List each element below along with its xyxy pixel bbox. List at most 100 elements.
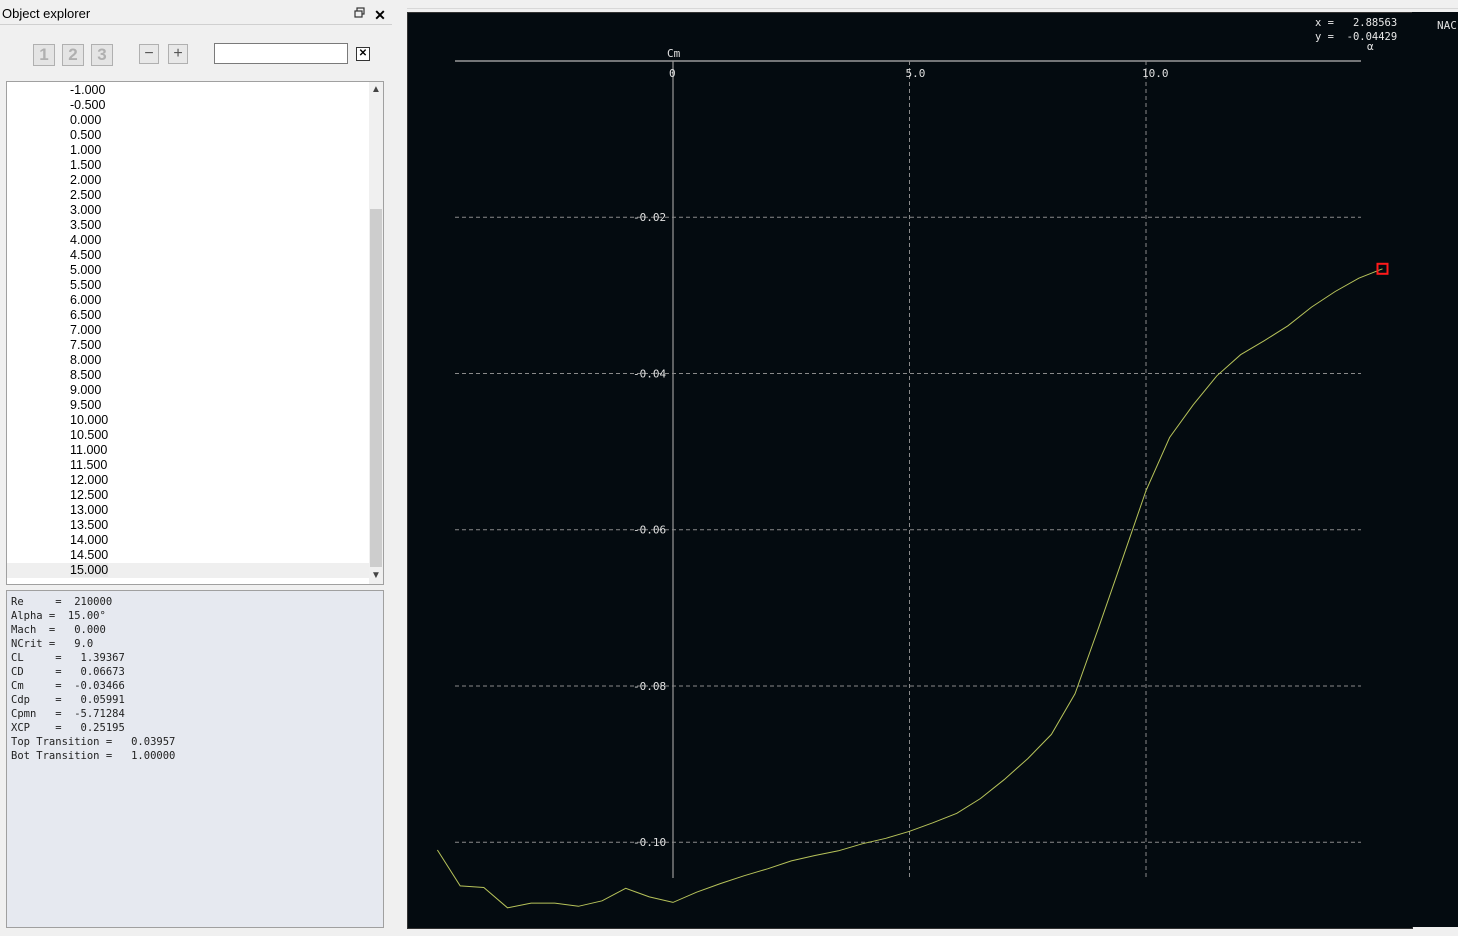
y-tick-label: -0.08	[633, 680, 666, 693]
expand-button[interactable]: +	[168, 44, 188, 64]
bottom-strip	[0, 930, 1458, 936]
tree-item-label: 1.000	[70, 143, 102, 157]
tree-item[interactable]: 9.500	[7, 398, 369, 413]
tree-item[interactable]: 4.500	[7, 248, 369, 263]
tree-item-label: 3.500	[70, 218, 102, 232]
tree-item[interactable]: 12.000	[7, 473, 369, 488]
tree-item[interactable]: 0.500	[7, 128, 369, 143]
properties-panel: Re = 210000 Alpha = 15.00° Mach = 0.000 …	[6, 590, 384, 928]
tree-scrollbar[interactable]: ▲ ▼	[369, 82, 383, 584]
tree-item-label: 13.500	[70, 518, 109, 532]
tree-item-label: 10.000	[70, 413, 109, 427]
tree-item-label: 11.500	[70, 458, 108, 472]
close-icon[interactable]: ✕	[372, 7, 388, 23]
float-icon[interactable]	[352, 7, 368, 23]
level-1-button[interactable]: 1	[33, 44, 55, 66]
tree-item[interactable]: 8.000	[7, 353, 369, 368]
tree-item[interactable]: 1.000	[7, 143, 369, 158]
level-3-button[interactable]: 3	[91, 44, 113, 66]
tree-item-label: 5.000	[70, 263, 102, 277]
tree-item-label: 2.500	[70, 188, 102, 202]
object-tree[interactable]: -1.000 -0.500 0.000 0.500 1.000 1.500 2.000 2.5…	[6, 81, 384, 585]
scrollbar-thumb[interactable]	[370, 209, 382, 567]
tree-item-label: -0.500	[70, 98, 106, 112]
tree-item[interactable]: 7.500	[7, 338, 369, 353]
tree-item-label: 14.500	[70, 548, 109, 562]
tree-item[interactable]: 10.000	[7, 413, 369, 428]
tree-item[interactable]: 4.000	[7, 233, 369, 248]
y-tick-label: -0.06	[633, 524, 666, 537]
y-tick-label: -0.02	[633, 211, 666, 224]
tree-item[interactable]: 6.000	[7, 293, 369, 308]
tree-item[interactable]: 2.500	[7, 188, 369, 203]
tree-item-label: 3.000	[70, 203, 102, 217]
tree-item-label: 7.500	[70, 338, 102, 352]
tree-item-label: 9.500	[70, 398, 102, 412]
tree-item-label: 13.000	[70, 503, 109, 517]
tree-item-label: 8.500	[70, 368, 102, 382]
tree-item[interactable]: 3.500	[7, 218, 369, 233]
tree-item[interactable]: 6.500	[7, 308, 369, 323]
y-tick-label: -0.10	[633, 836, 666, 849]
readout-y-label: y =	[1315, 31, 1334, 43]
tree-item[interactable]: 1.500	[7, 158, 369, 173]
tree-item[interactable]: 13.000	[7, 503, 369, 518]
tree-item[interactable]: 11.000	[7, 443, 369, 458]
tree-item[interactable]: 14.000	[7, 533, 369, 548]
level-2-button[interactable]: 2	[62, 44, 84, 66]
object-explorer-panel: Object explorer ✕ 1 2 3 − + ✕ -1.000 -0.5…	[0, 0, 393, 936]
dock-title-bar: Object explorer ✕	[0, 4, 392, 25]
explorer-toolbar: 1 2 3 − + ✕	[0, 40, 392, 70]
tree-item[interactable]: 5.000	[7, 263, 369, 278]
tree-item[interactable]: 15.000	[7, 563, 369, 578]
tree-item-label: 9.000	[70, 383, 102, 397]
tree-item-label: 8.000	[70, 353, 102, 367]
tree-item-label: 6.000	[70, 293, 102, 307]
tree-item-label: 1.500	[70, 158, 102, 172]
airfoil-name: NAC	[1437, 19, 1457, 32]
tree-item[interactable]: 3.000	[7, 203, 369, 218]
scroll-down-icon[interactable]: ▼	[369, 568, 383, 584]
readout-x-value: 2.88563	[1352, 17, 1398, 29]
tree-item[interactable]: 0.000	[7, 113, 369, 128]
collapse-button[interactable]: −	[139, 44, 159, 64]
tree-item[interactable]: -1.000	[7, 83, 369, 98]
tree-item-label: 15.000	[70, 563, 109, 577]
tree-item[interactable]: 5.500	[7, 278, 369, 293]
tree-item-label: 4.500	[70, 248, 102, 262]
cursor-readout: x = 2.88563 y = -0.04429	[1315, 16, 1397, 44]
y-tick-label: -0.04	[633, 367, 666, 380]
tree-item[interactable]: 9.000	[7, 383, 369, 398]
clear-filter-icon[interactable]: ✕	[356, 47, 370, 61]
tree-item[interactable]: 14.500	[7, 548, 369, 563]
tree-item-label: 5.500	[70, 278, 102, 292]
tree-item[interactable]: 2.000	[7, 173, 369, 188]
dock-title: Object explorer	[2, 6, 91, 21]
filter-input[interactable]	[214, 43, 348, 64]
tree-item[interactable]: -0.500	[7, 98, 369, 113]
tree-item-label: 4.000	[70, 233, 102, 247]
tree-item[interactable]: 10.500	[7, 428, 369, 443]
tree-item[interactable]: 8.500	[7, 368, 369, 383]
tree-item[interactable]: 11.500	[7, 458, 369, 473]
tree-item-label: 14.000	[70, 533, 109, 547]
readout-x-label: x =	[1315, 17, 1334, 29]
selected-point-marker	[1376, 262, 1389, 275]
tree-list: -1.000 -0.500 0.000 0.500 1.000 1.500 2.000 2.5…	[7, 83, 369, 578]
graph-top-strip	[407, 0, 1458, 9]
scroll-up-icon[interactable]: ▲	[369, 82, 383, 98]
y-axis-label: Cm	[667, 47, 681, 60]
tree-item[interactable]: 7.000	[7, 323, 369, 338]
tree-item-label: 6.500	[70, 308, 102, 322]
x-tick-label: 5.0	[906, 67, 926, 80]
tree-item[interactable]: 12.500	[7, 488, 369, 503]
x-tick-label: 0	[669, 67, 676, 80]
tree-item-label: 12.000	[70, 473, 109, 487]
tree-item[interactable]: 13.500	[7, 518, 369, 533]
airfoil-legend-panel: NAC	[1412, 12, 1458, 927]
x-tick-label: 10.0	[1142, 67, 1169, 80]
chart-canvas[interactable]: 0 5.0 10.0-0.02-0.04-0.06-0.08-0.10Cmα	[408, 13, 1412, 928]
tree-item-label: 11.000	[70, 443, 108, 457]
cm-alpha-graph[interactable]: 0 5.0 10.0 -0.02 -0.04 -0.06 -0.08 -0.10 Cm α x =…	[407, 12, 1413, 929]
operating-point-properties: Re = 210000 Alpha = 15.00° Mach = 0.000 …	[11, 596, 176, 762]
